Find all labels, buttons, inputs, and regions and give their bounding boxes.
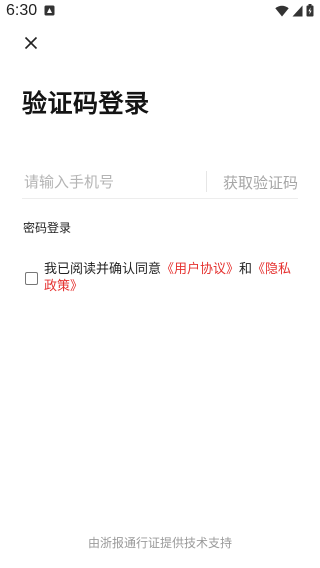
close-button[interactable]: [20, 32, 42, 54]
app-notification-icon: [44, 5, 55, 16]
agreement-checkbox[interactable]: [25, 272, 38, 285]
input-divider: [206, 171, 207, 192]
agreement-text: 我已阅读并确认同意《用户协议》和《隐私政策》: [44, 261, 299, 295]
signal-icon: [292, 5, 303, 16]
footer-support-text: 由浙报通行证提供技术支持: [87, 536, 232, 550]
battery-icon: [306, 4, 314, 17]
get-code-button[interactable]: 获取验证码: [223, 172, 298, 193]
status-bar: 6:30: [0, 0, 320, 24]
agreement-and: 和: [239, 262, 253, 277]
page-title: 验证码登录: [22, 89, 150, 118]
wifi-icon: [275, 5, 289, 16]
agreement-prefix: 我已阅读并确认同意: [44, 262, 162, 277]
user-agreement-link[interactable]: 《用户协议》: [161, 262, 239, 277]
phone-input-row: 获取验证码: [22, 168, 298, 199]
password-login-link[interactable]: 密码登录: [23, 219, 71, 236]
close-icon: [24, 36, 38, 50]
status-time: 6:30: [6, 2, 38, 19]
phone-input[interactable]: [22, 168, 204, 196]
status-icons: [275, 4, 314, 17]
